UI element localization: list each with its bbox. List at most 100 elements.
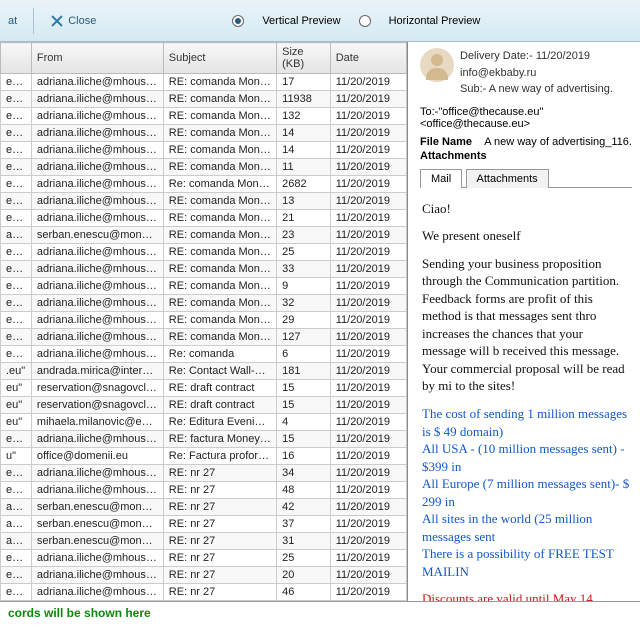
cell: e.eu" xyxy=(1,244,32,261)
cell: serban.enescu@money.ro xyxy=(31,499,163,516)
cell: adriana.iliche@mhouse.ro xyxy=(31,278,163,295)
table-row[interactable]: e.eu"adriana.iliche@mhouse.roRE: comanda… xyxy=(1,91,407,108)
blue-line-1: The cost of sending 1 million messages i… xyxy=(422,406,627,439)
toolbar-at-button[interactable]: at xyxy=(8,15,17,27)
cell: 37 xyxy=(277,516,331,533)
tab-mail[interactable]: Mail xyxy=(420,169,462,188)
cell: e.eu" xyxy=(1,329,32,346)
table-row[interactable]: e.eu"adriana.iliche@mhouse.roRE: nr 2746… xyxy=(1,584,407,601)
cell: 11/20/2019 xyxy=(330,516,406,533)
table-row[interactable]: e.eu"adriana.iliche@mhouse.roRE: nr 2734… xyxy=(1,465,407,482)
cell: 11/20/2019 xyxy=(330,108,406,125)
from-address: info@ekbaby.ru xyxy=(460,65,613,82)
table-row[interactable]: e.eu"adriana.iliche@mhouse.roRe: comanda… xyxy=(1,176,407,193)
cell: e.eu" xyxy=(1,74,32,91)
subject-label: Sub:- xyxy=(460,83,486,95)
cell: e.eu" xyxy=(1,278,32,295)
cell: RE: nr 27 xyxy=(163,465,276,482)
cell: e.eu" xyxy=(1,261,32,278)
table-row[interactable]: eu"reservation@snagovclu...RE: draft con… xyxy=(1,380,407,397)
cell: 11/20/2019 xyxy=(330,91,406,108)
table-row[interactable]: e.eu"adriana.iliche@mhouse.roRE: comanda… xyxy=(1,108,407,125)
close-button[interactable]: Close xyxy=(50,14,96,28)
table-row[interactable]: adita...serban.enescu@money.roRE: nr 273… xyxy=(1,516,407,533)
table-row[interactable]: e.eu"adriana.iliche@mhouse.roRE: comanda… xyxy=(1,261,407,278)
cell: adriana.iliche@mhouse.ro xyxy=(31,465,163,482)
column-header[interactable]: Date xyxy=(330,43,406,74)
radio-horizontal[interactable] xyxy=(359,15,371,27)
cell: office@domenii.eu xyxy=(31,448,163,465)
toolbar-separator xyxy=(33,8,34,34)
cell: RE: nr 27 xyxy=(163,550,276,567)
table-row[interactable]: e.eu"adriana.iliche@mhouse.roRE: nr 2748… xyxy=(1,482,407,499)
cell: 11/20/2019 xyxy=(330,567,406,584)
table-row[interactable]: e.eu"adriana.iliche@mhouse.roRE: comanda… xyxy=(1,278,407,295)
cell: adriana.iliche@mhouse.ro xyxy=(31,91,163,108)
table-row[interactable]: u"office@domenii.euRe: Factura proforma … xyxy=(1,448,407,465)
cell: 11/20/2019 xyxy=(330,431,406,448)
table-row[interactable]: adita...serban.enescu@money.roRE: nr 274… xyxy=(1,499,407,516)
cell: RE: draft contract xyxy=(163,380,276,397)
blue-line-2: All USA - (10 million messages sent) - $… xyxy=(422,441,625,474)
cell: 29 xyxy=(277,312,331,329)
radio-vertical[interactable] xyxy=(232,15,244,27)
cell: 34 xyxy=(277,465,331,482)
table-row[interactable]: e.eu"adriana.iliche@mhouse.roRE: comanda… xyxy=(1,312,407,329)
cell: 4 xyxy=(277,414,331,431)
cell: 14 xyxy=(277,142,331,159)
tab-attachments[interactable]: Attachments xyxy=(466,169,549,188)
table-row[interactable]: eu"mihaela.milanovic@evzg...Re: Editura … xyxy=(1,414,407,431)
cell: 31 xyxy=(277,533,331,550)
table-row[interactable]: e.eu"adriana.iliche@mhouse.roRE: comanda… xyxy=(1,125,407,142)
cell: 11/20/2019 xyxy=(330,465,406,482)
cell: 20 xyxy=(277,567,331,584)
column-header[interactable]: Size (KB) xyxy=(277,43,331,74)
table-row[interactable]: adita...serban.enescu@money.roRE: comand… xyxy=(1,227,407,244)
cell: 11938 xyxy=(277,91,331,108)
cell: 42 xyxy=(277,499,331,516)
cell: Re: comanda xyxy=(163,346,276,363)
cell: 127 xyxy=(277,329,331,346)
to-label: To:- xyxy=(420,106,438,118)
cell: e.eu" xyxy=(1,550,32,567)
column-header[interactable]: From xyxy=(31,43,163,74)
cell: 11/20/2019 xyxy=(330,329,406,346)
body-p2: We present oneself xyxy=(422,227,630,245)
column-header[interactable]: Subject xyxy=(163,43,276,74)
cell: RE: comanda Money M... xyxy=(163,193,276,210)
table-row[interactable]: e.eu"adriana.iliche@mhouse.roRE: comanda… xyxy=(1,244,407,261)
cell: adriana.iliche@mhouse.ro xyxy=(31,295,163,312)
subject-value: A new way of advertising. xyxy=(489,83,613,95)
cell: e.eu" xyxy=(1,125,32,142)
table-row[interactable]: eu"reservation@snagovclu...RE: draft con… xyxy=(1,397,407,414)
cell: 16 xyxy=(277,448,331,465)
table-row[interactable]: e.eu"adriana.iliche@mhouse.roRE: factura… xyxy=(1,431,407,448)
table-row[interactable]: e.eu"adriana.iliche@mhouse.roRE: comanda… xyxy=(1,159,407,176)
column-header[interactable] xyxy=(1,43,32,74)
cell: e.eu" xyxy=(1,465,32,482)
cell: e.eu" xyxy=(1,91,32,108)
table-row[interactable]: e.eu"adriana.iliche@mhouse.roRE: comanda… xyxy=(1,210,407,227)
cell: 9 xyxy=(277,278,331,295)
cell: adriana.iliche@mhouse.ro xyxy=(31,74,163,91)
cell: RE: comanda Money M... xyxy=(163,108,276,125)
cell: 11/20/2019 xyxy=(330,312,406,329)
table-row[interactable]: e.eu"adriana.iliche@mhouse.roRE: comanda… xyxy=(1,295,407,312)
cell: RE: comanda Money M... xyxy=(163,125,276,142)
table-row[interactable]: e.eu"adriana.iliche@mhouse.roRE: nr 2725… xyxy=(1,550,407,567)
mail-grid[interactable]: FromSubjectSize (KB)Date e.eu"adriana.il… xyxy=(0,42,408,601)
cell: Re: Factura proforma nr... xyxy=(163,448,276,465)
table-row[interactable]: e.eu"adriana.iliche@mhouse.roRE: nr 2720… xyxy=(1,567,407,584)
table-row[interactable]: adita...serban.enescu@money.roRE: nr 273… xyxy=(1,533,407,550)
table-row[interactable]: e.eu"adriana.iliche@mhouse.roRe: comanda… xyxy=(1,346,407,363)
cell: 11/20/2019 xyxy=(330,74,406,91)
cell: u" xyxy=(1,448,32,465)
table-row[interactable]: e.eu"adriana.iliche@mhouse.roRE: comanda… xyxy=(1,142,407,159)
table-row[interactable]: e.eu"adriana.iliche@mhouse.roRE: comanda… xyxy=(1,74,407,91)
table-row[interactable]: e.eu"adriana.iliche@mhouse.roRE: comanda… xyxy=(1,329,407,346)
table-row[interactable]: e.eu"adriana.iliche@mhouse.roRE: comanda… xyxy=(1,193,407,210)
cell: RE: comanda Money M... xyxy=(163,312,276,329)
cell: mihaela.milanovic@evzg... xyxy=(31,414,163,431)
table-row[interactable]: .eu"andrada.mirica@internet...Re: Contac… xyxy=(1,363,407,380)
cell: 11 xyxy=(277,159,331,176)
